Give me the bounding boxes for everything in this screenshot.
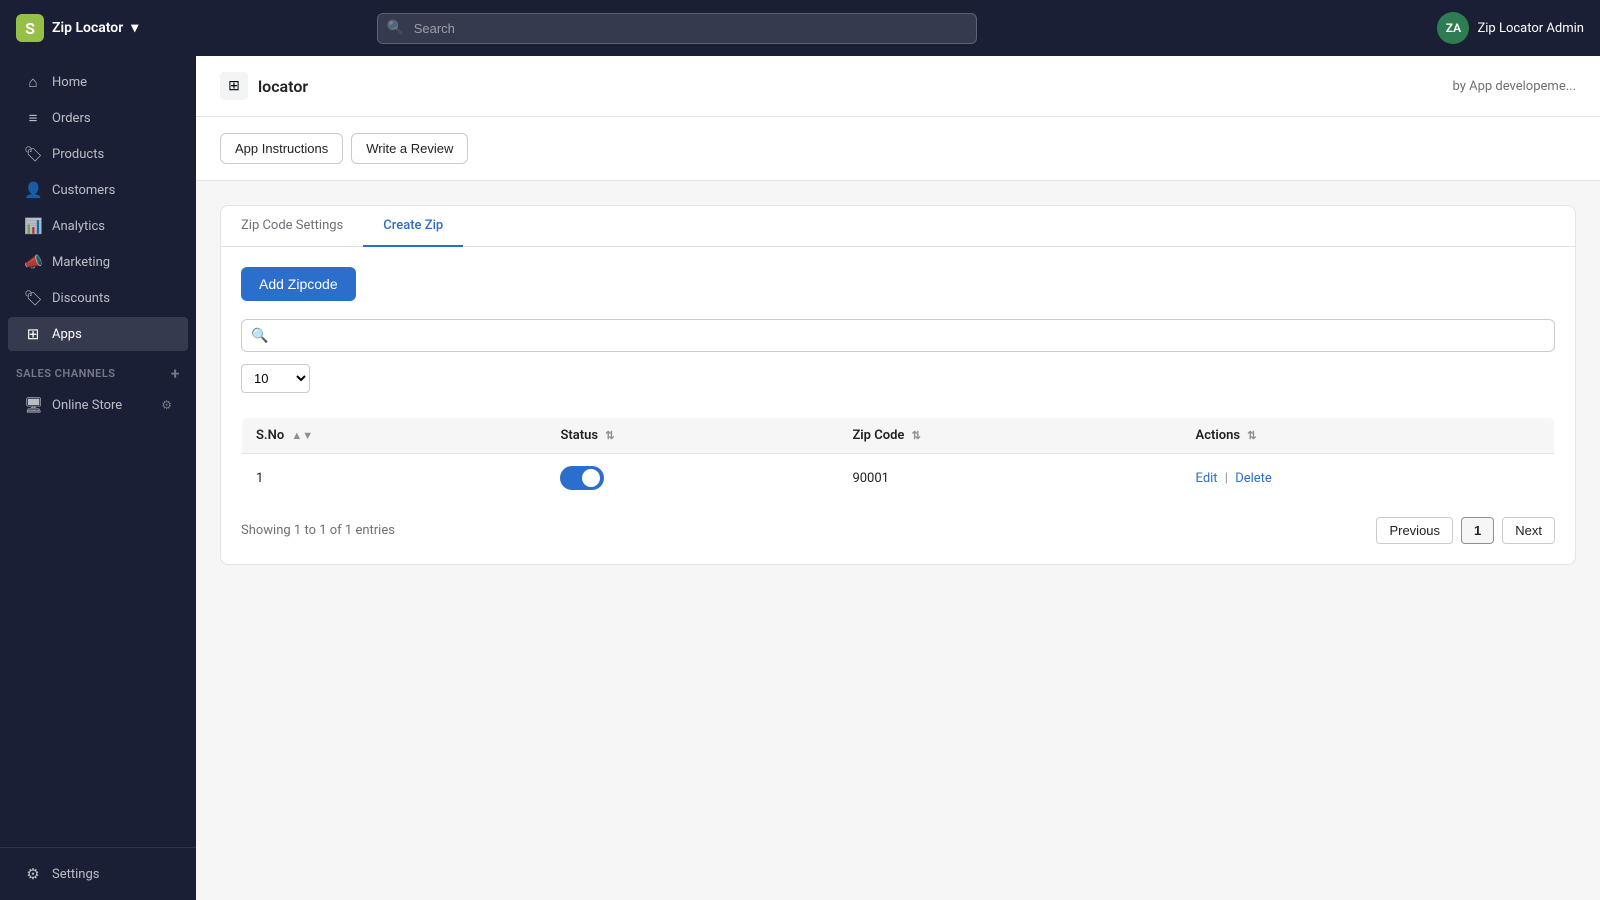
sidebar-item-label: Analytics <box>52 219 105 234</box>
tab-create-zip[interactable]: Create Zip <box>363 206 463 247</box>
search-input[interactable] <box>377 13 977 44</box>
main-content: Zip Code Settings Create Zip Add Zipcode… <box>196 181 1600 589</box>
pagination-controls: Previous 1 Next <box>1376 517 1555 544</box>
by-developer: by App developeme... <box>1452 79 1576 94</box>
sidebar-item-home[interactable]: ⌂ Home <box>8 65 188 99</box>
sidebar-item-marketing[interactable]: 📣 Marketing <box>8 245 188 279</box>
customers-icon: 👤 <box>24 181 42 199</box>
sidebar: ⌂ Home ≡ Orders 🏷 Products 👤 Customers 📊… <box>0 56 196 900</box>
sidebar-item-label: Settings <box>52 867 99 882</box>
marketing-icon: 📣 <box>24 253 42 271</box>
sidebar-item-label: Discounts <box>52 291 110 306</box>
per-page-select[interactable]: 10 <box>241 364 310 393</box>
delete-link[interactable]: Delete <box>1235 471 1272 486</box>
sidebar-item-label: Orders <box>52 111 91 126</box>
sidebar-item-online-store[interactable]: 🖥 Online Store ⚙ <box>8 388 188 422</box>
apps-icon: ⊞ <box>24 325 42 343</box>
write-review-button[interactable]: Write a Review <box>351 133 468 164</box>
pagination: Showing 1 to 1 of 1 entries Previous 1 N… <box>241 517 1555 544</box>
edit-link[interactable]: Edit <box>1196 471 1218 486</box>
admin-name: Zip Locator Admin <box>1477 21 1584 36</box>
row-sno: 1 <box>242 454 547 503</box>
sort-icon-zipcode: ⇅ <box>912 429 921 442</box>
home-icon: ⌂ <box>24 73 42 91</box>
action-separator: | <box>1225 471 1231 486</box>
content-area: ⊞ locator by App developeme... App Instr… <box>196 56 1600 900</box>
sales-channels-label: SALES CHANNELS <box>16 367 116 380</box>
sidebar-item-customers[interactable]: 👤 Customers <box>8 173 188 207</box>
brand-name: Zip Locator <box>52 20 123 36</box>
table-search-icon: 🔍 <box>251 328 268 344</box>
products-icon: 🏷 <box>24 145 42 163</box>
table-search-wrapper: 🔍 <box>241 319 1555 352</box>
toggle-slider <box>560 466 604 490</box>
action-buttons-bar: App Instructions Write a Review <box>196 117 1600 181</box>
locator-app-icon: ⊞ <box>220 72 248 100</box>
search-icon: 🔍 <box>387 20 404 36</box>
add-zipcode-button[interactable]: Add Zipcode <box>241 267 356 301</box>
sidebar-item-label: Customers <box>52 183 115 198</box>
table-search-input[interactable] <box>241 319 1555 352</box>
orders-icon: ≡ <box>24 109 42 127</box>
sidebar-item-apps[interactable]: ⊞ Apps <box>8 317 188 351</box>
pagination-page-1[interactable]: 1 <box>1461 517 1494 544</box>
shopify-icon: S <box>16 14 44 42</box>
sidebar-item-products[interactable]: 🏷 Products <box>8 137 188 171</box>
brand-chevron: ▾ <box>131 20 138 36</box>
tab-label: Zip Code Settings <box>241 218 343 233</box>
col-status-label: Status <box>560 428 598 443</box>
add-channel-icon[interactable]: + <box>171 364 180 383</box>
col-sno[interactable]: S.No ▲▼ <box>242 418 547 454</box>
content-header-left: ⊞ locator <box>220 72 308 100</box>
top-nav: S Zip Locator ▾ 🔍 ZA Zip Locator Admin <box>0 0 1600 56</box>
zip-table: S.No ▲▼ Status ⇅ Zip Code ⇅ <box>241 417 1555 503</box>
app-instructions-button[interactable]: App Instructions <box>220 133 343 164</box>
pagination-previous[interactable]: Previous <box>1376 517 1453 544</box>
row-actions: Edit | Delete <box>1182 454 1555 503</box>
tabs: Zip Code Settings Create Zip <box>220 205 1576 247</box>
sort-icon-status: ⇅ <box>605 429 614 442</box>
sidebar-item-discounts[interactable]: 🏷 Discounts <box>8 281 188 315</box>
sort-icon-actions: ⇅ <box>1247 429 1256 442</box>
top-search-wrapper: 🔍 <box>377 13 977 44</box>
col-actions-label: Actions <box>1196 428 1241 443</box>
avatar: ZA <box>1437 12 1469 44</box>
col-status[interactable]: Status ⇅ <box>546 418 838 454</box>
sales-channels-section: SALES CHANNELS + <box>0 352 196 387</box>
avatar-initials: ZA <box>1446 21 1461 35</box>
page-title: locator <box>258 77 308 96</box>
col-actions[interactable]: Actions ⇅ <box>1182 418 1555 454</box>
sidebar-bottom: ⚙ Settings <box>0 847 196 892</box>
col-zipcode[interactable]: Zip Code ⇅ <box>838 418 1181 454</box>
sidebar-item-label: Apps <box>52 327 82 342</box>
brand-logo[interactable]: S Zip Locator ▾ <box>16 14 138 42</box>
sidebar-item-label: Marketing <box>52 255 110 270</box>
online-store-icon: 🖥 <box>24 396 42 414</box>
analytics-icon: 📊 <box>24 217 42 235</box>
col-sno-label: S.No <box>256 428 284 443</box>
online-store-settings-icon[interactable]: ⚙ <box>161 398 172 412</box>
pagination-showing: Showing 1 to 1 of 1 entries <box>241 523 395 538</box>
col-zipcode-label: Zip Code <box>852 428 904 443</box>
discounts-icon: 🏷 <box>24 289 42 307</box>
settings-icon: ⚙ <box>24 865 42 883</box>
sort-icon-sno: ▲▼ <box>291 429 313 442</box>
status-toggle[interactable] <box>560 466 604 490</box>
tab-zip-code-settings[interactable]: Zip Code Settings <box>221 206 363 247</box>
pagination-next[interactable]: Next <box>1502 517 1555 544</box>
row-status <box>546 454 838 503</box>
sidebar-item-label: Products <box>52 147 104 162</box>
sidebar-item-orders[interactable]: ≡ Orders <box>8 101 188 135</box>
tab-label: Create Zip <box>383 218 443 233</box>
table-row: 1 90001 Edit | Dele <box>242 454 1555 503</box>
sidebar-item-analytics[interactable]: 📊 Analytics <box>8 209 188 243</box>
sidebar-item-label: Home <box>52 75 87 90</box>
sidebar-item-label: Online Store <box>52 398 122 413</box>
content-header: ⊞ locator by App developeme... <box>196 56 1600 117</box>
row-zipcode: 90001 <box>838 454 1181 503</box>
zip-card: Add Zipcode 🔍 10 S.No ▲▼ <box>220 247 1576 565</box>
top-nav-right: ZA Zip Locator Admin <box>1437 12 1584 44</box>
sidebar-item-settings[interactable]: ⚙ Settings <box>8 857 188 891</box>
